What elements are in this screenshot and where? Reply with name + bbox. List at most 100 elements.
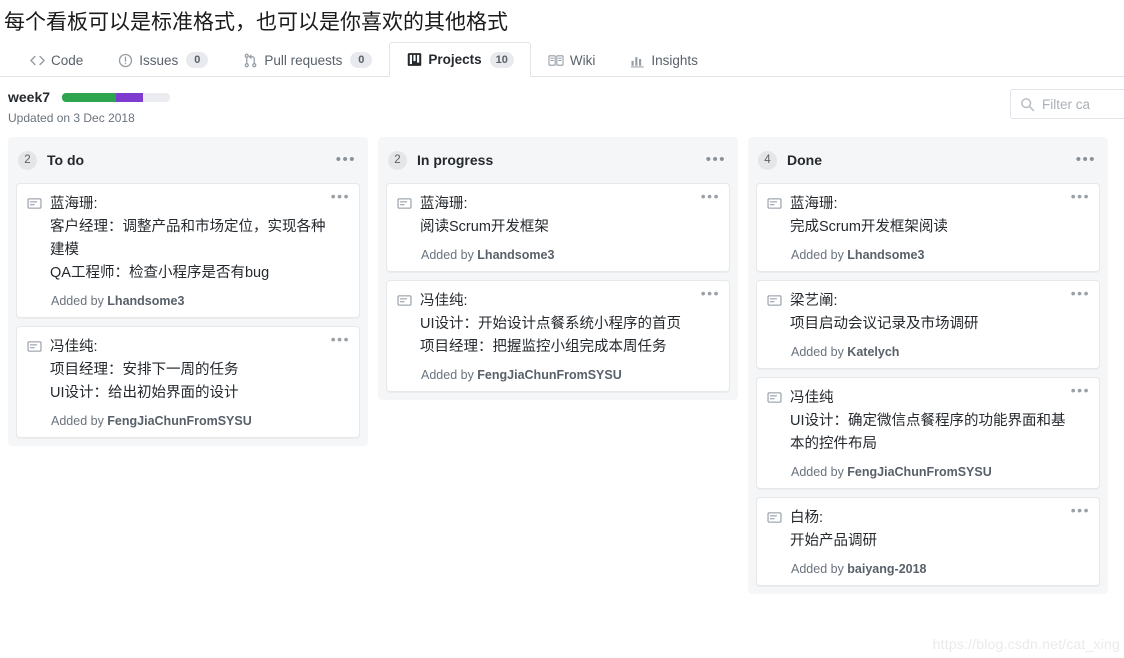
card-menu-button[interactable]: ••• xyxy=(331,332,350,346)
card-menu-button[interactable]: ••• xyxy=(331,189,350,203)
filter-cards-placeholder: Filter ca xyxy=(1042,96,1091,112)
card-added-prefix: Added by xyxy=(791,562,848,576)
nav-tab-label: Code xyxy=(51,52,84,68)
nav-tab-wiki[interactable]: Wiki xyxy=(531,42,613,77)
board-card[interactable]: ••• 冯佳纯: UI设计：开始设计点餐系统小程序的首页 项目经理：把握监控小组完成本… xyxy=(386,280,730,392)
card-body: 冯佳纯 UI设计：确定微信点餐程序的功能界面和基本的控件布局 xyxy=(767,387,1089,456)
card-body: 梁艺阐: 项目启动会议记录及市场调研 xyxy=(767,290,1089,336)
board-card[interactable]: ••• 白杨: 开始产品调研 Added by baiyang-2018 xyxy=(756,497,1100,586)
nav-tab-label: Insights xyxy=(651,52,698,68)
board-column: 2 In progress ••• ••• 蓝海珊: 阅读Scrum开发框架 Added b… xyxy=(378,137,738,400)
card-text-line: 冯佳纯 xyxy=(790,390,834,406)
card-menu-button[interactable]: ••• xyxy=(701,189,720,203)
search-icon xyxy=(1020,97,1035,112)
card-added-prefix: Added by xyxy=(51,294,108,308)
card-added-prefix: Added by xyxy=(421,368,478,382)
note-icon xyxy=(397,196,412,211)
card-text-line: 开始产品调研 xyxy=(790,533,877,549)
card-added-author: Lhandsome3 xyxy=(847,248,925,262)
card-added-author: FengJiaChunFromSYSU xyxy=(477,368,622,382)
book-icon xyxy=(548,52,564,68)
card-text-line: QA工程师：检查小程序是否有bug xyxy=(50,265,270,281)
card-text-line: 梁艺阐: xyxy=(790,293,838,309)
nav-tab-projects[interactable]: Projects 10 xyxy=(389,42,531,77)
card-added-by: Added by FengJiaChunFromSYSU xyxy=(791,465,1089,479)
card-menu-button[interactable]: ••• xyxy=(1071,383,1090,397)
card-added-by: Added by Lhandsome3 xyxy=(791,248,1089,262)
card-text: 蓝海珊: 阅读Scrum开发框架 xyxy=(420,193,571,239)
page-caption: 每个看板可以是标准格式，也可以是你喜欢的其他格式 xyxy=(4,11,508,34)
card-text-line: 阅读Scrum开发框架 xyxy=(420,219,549,235)
nav-tab-issues[interactable]: Issues 0 xyxy=(100,42,225,77)
column-header: 4 Done ••• xyxy=(756,145,1100,175)
card-body: 冯佳纯: UI设计：开始设计点餐系统小程序的首页 项目经理：把握监控小组完成本周任务 xyxy=(397,290,719,359)
nav-tab-count: 0 xyxy=(350,52,373,68)
card-body: 白杨: 开始产品调研 xyxy=(767,507,1089,553)
repository-nav: Code Issues 0 Pull requests 0 Projects 10 Wiki I… xyxy=(0,42,1124,77)
note-icon xyxy=(767,510,782,525)
project-header: week7 Updated on 3 Dec 2018 Filter ca xyxy=(0,77,1124,129)
project-progress-bar xyxy=(62,92,171,102)
nav-tab-pull-requests[interactable]: Pull requests 0 xyxy=(225,42,389,77)
card-added-author: Lhandsome3 xyxy=(477,248,555,262)
filter-cards-input[interactable]: Filter ca xyxy=(1010,89,1124,119)
board-card[interactable]: ••• 梁艺阐: 项目启动会议记录及市场调研 Added by Katelych xyxy=(756,280,1100,369)
card-body: 蓝海珊: 客户经理：调整产品和市场定位，实现各种建模 QA工程师：检查小程序是否有b… xyxy=(27,193,349,285)
card-added-author: Lhandsome3 xyxy=(107,294,185,308)
note-icon xyxy=(397,293,412,308)
board-card[interactable]: ••• 蓝海珊: 完成Scrum开发框架阅读 Added by Lhandsome3 xyxy=(756,183,1100,272)
column-card-count: 2 xyxy=(388,150,407,170)
board-card[interactable]: ••• 冯佳纯: 项目经理：安排下一周的任务 UI设计：给出初始界面的设计 Added … xyxy=(16,326,360,438)
card-added-by: Added by Katelych xyxy=(791,345,1089,359)
card-body: 蓝海珊: 完成Scrum开发框架阅读 xyxy=(767,193,1089,239)
card-text-line: UI设计：开始设计点餐系统小程序的首页 xyxy=(420,316,681,332)
card-text-line: UI设计：给出初始界面的设计 xyxy=(50,385,239,401)
card-menu-button[interactable]: ••• xyxy=(1071,503,1090,517)
card-text-line: 蓝海珊: xyxy=(790,196,838,212)
progress-green-segment xyxy=(62,92,117,102)
card-added-author: Katelych xyxy=(847,345,900,359)
card-added-by: Added by FengJiaChunFromSYSU xyxy=(51,414,349,428)
column-card-count: 4 xyxy=(758,150,777,170)
nav-tab-code[interactable]: Code xyxy=(12,42,100,77)
project-board: 2 To do ••• ••• 蓝海珊: 客户经理：调整产品和市场定位，实现各种建模 QA工… xyxy=(0,129,1124,617)
card-menu-button[interactable]: ••• xyxy=(1071,189,1090,203)
board-card[interactable]: ••• 蓝海珊: 客户经理：调整产品和市场定位，实现各种建模 QA工程师：检查小程序是… xyxy=(16,183,360,318)
code-icon xyxy=(29,52,45,68)
board-column: 2 To do ••• ••• 蓝海珊: 客户经理：调整产品和市场定位，实现各种建模 QA工… xyxy=(8,137,368,446)
card-text: 蓝海珊: 客户经理：调整产品和市场定位，实现各种建模 QA工程师：检查小程序是否有b… xyxy=(50,193,349,285)
column-header: 2 In progress ••• xyxy=(386,145,730,175)
column-title: Done xyxy=(787,152,822,168)
note-icon xyxy=(767,390,782,405)
board-card[interactable]: ••• 蓝海珊: 阅读Scrum开发框架 Added by Lhandsome3 xyxy=(386,183,730,272)
card-added-prefix: Added by xyxy=(791,248,848,262)
column-menu-button[interactable]: ••• xyxy=(1076,152,1096,167)
nav-tab-label: Projects xyxy=(428,52,482,67)
card-added-by: Added by FengJiaChunFromSYSU xyxy=(421,368,719,382)
board-card[interactable]: ••• 冯佳纯 UI设计：确定微信点餐程序的功能界面和基本的控件布局 Added by… xyxy=(756,377,1100,489)
card-added-author: FengJiaChunFromSYSU xyxy=(107,414,252,428)
nav-tab-label: Issues xyxy=(139,52,179,68)
card-menu-button[interactable]: ••• xyxy=(1071,286,1090,300)
card-added-by: Added by Lhandsome3 xyxy=(421,248,719,262)
card-text-line: 客户经理：调整产品和市场定位，实现各种建模 xyxy=(50,219,326,258)
column-menu-button[interactable]: ••• xyxy=(706,152,726,167)
card-body: 蓝海珊: 阅读Scrum开发框架 xyxy=(397,193,719,239)
card-text: 冯佳纯: UI设计：开始设计点餐系统小程序的首页 项目经理：把握监控小组完成本周任务 xyxy=(420,290,703,359)
card-added-author: baiyang-2018 xyxy=(847,562,927,576)
card-menu-button[interactable]: ••• xyxy=(701,286,720,300)
note-icon xyxy=(27,339,42,354)
git-pull-request-icon xyxy=(242,52,258,68)
nav-tab-label: Pull requests xyxy=(264,52,343,68)
watermark: https://blog.csdn.net/cat_xing xyxy=(932,636,1120,652)
column-menu-button[interactable]: ••• xyxy=(336,152,356,167)
note-icon xyxy=(767,196,782,211)
note-icon xyxy=(767,293,782,308)
nav-tab-insights[interactable]: Insights xyxy=(612,42,715,77)
issue-opened-icon xyxy=(117,52,133,68)
card-added-by: Added by Lhandsome3 xyxy=(51,294,349,308)
card-text-line: 完成Scrum开发框架阅读 xyxy=(790,219,948,235)
card-added-prefix: Added by xyxy=(421,248,478,262)
nav-tab-count: 10 xyxy=(489,51,514,68)
nav-tab-label: Wiki xyxy=(569,52,596,68)
